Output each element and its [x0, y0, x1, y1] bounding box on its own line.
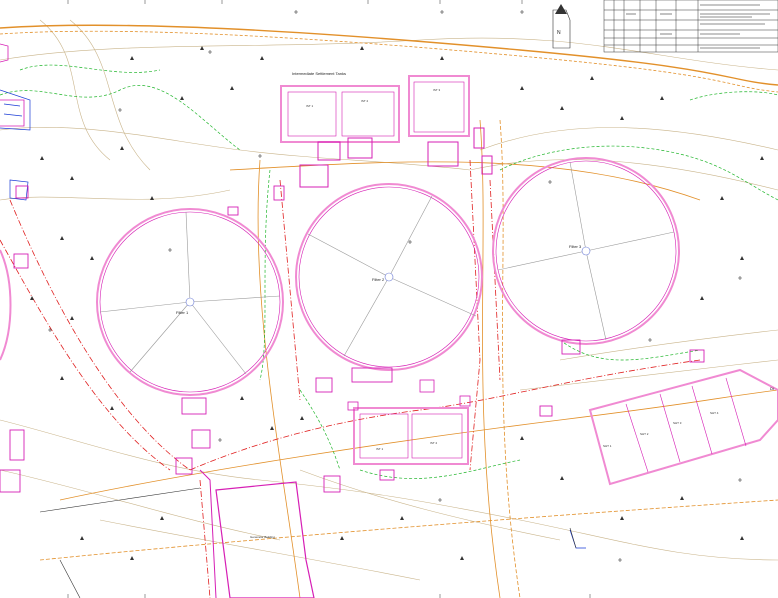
filter-1: Filter 1 — [96, 208, 284, 396]
filter-2-label: Filter 2 — [372, 277, 385, 282]
north-letter: N — [557, 30, 561, 36]
red-pipe-lines — [0, 159, 701, 598]
filter-3-label: Filter 3 — [569, 244, 582, 249]
sht-4-label: SHT 4 — [710, 411, 719, 415]
site-markers — [30, 46, 764, 560]
green-dashed-lines — [0, 64, 778, 479]
filter-3: Filter 3 — [492, 157, 680, 345]
filter-partial-left — [0, 249, 12, 361]
title-block-table — [603, 0, 778, 53]
generator-building: Generator Building — [199, 469, 315, 598]
sht-building: SHT 1 SHT 2 SHT 3 SHT 4 Di — [588, 368, 778, 486]
blue-lines — [0, 89, 586, 549]
ist-top-group: IST 1 IST 2 IST 3 Intermediate Settlemen… — [280, 71, 470, 143]
ist-top-1-label: IST 1 — [306, 104, 313, 108]
sht-1-label: SHT 1 — [603, 444, 612, 448]
sht-3-label: SHT 3 — [673, 421, 682, 425]
ist-mid-group: IST 1 IST 2 — [347, 379, 471, 465]
ist-top-3-label: IST 3 — [433, 88, 440, 92]
crosshair-markers — [48, 10, 742, 562]
frame-ticks — [67, 0, 591, 598]
edge-label: Di — [770, 386, 774, 391]
intermediate-tanks-label: Intermediate Settlement Tanks — [292, 71, 346, 76]
generator-label: Generator Building — [250, 535, 275, 539]
top-left-boundary — [0, 43, 25, 127]
sht-2-label: SHT 2 — [640, 432, 649, 436]
road-lines — [0, 24, 778, 598]
ist-mid-1-label: IST 1 — [376, 447, 383, 451]
ist-top-2-label: IST 2 — [361, 99, 368, 103]
filter-2: Filter 2 — [295, 183, 483, 371]
ist-mid-2-label: IST 2 — [430, 441, 437, 445]
filter-1-label: Filter 1 — [176, 310, 189, 315]
bottom-boundary — [39, 487, 577, 598]
site-plan-drawing: N Filter 1 Filter 2 Filter 3 IST 1 IST 2… — [0, 0, 778, 598]
